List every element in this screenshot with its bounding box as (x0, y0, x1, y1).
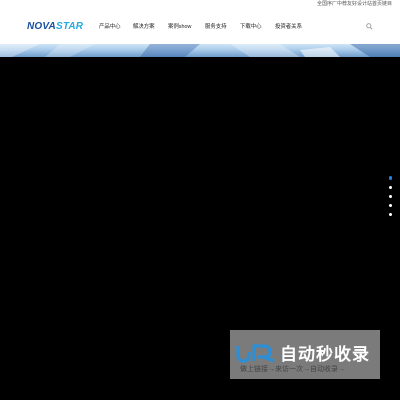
nav-item-solutions[interactable]: 解决方案 (133, 23, 155, 31)
nav-item-investors[interactable]: 投资者关系 (275, 23, 302, 31)
carousel-dot-1[interactable] (389, 176, 392, 180)
carousel-dot-3[interactable] (389, 195, 392, 198)
logo-nova: NOVA (27, 21, 56, 32)
watermark-subtitle: 做上链接→来访一次→自动收录→ (240, 366, 345, 373)
top-utility-link[interactable]: 全国序厂中荐友好设计站首页链目 (317, 0, 392, 8)
banner-image-strip (0, 44, 400, 57)
site-header: NOVASTAR 产品中心 解决方案 案例show 服务支持 下载中心 投资者关… (0, 8, 400, 44)
carousel-dot-2[interactable] (389, 186, 392, 189)
nav-item-downloads[interactable]: 下载中心 (240, 23, 262, 31)
watermark-overlay: 自动秒收录 做上链接→来访一次→自动收录→ (230, 330, 380, 379)
carousel-dot-5[interactable] (389, 213, 392, 216)
novastar-logo[interactable]: NOVASTAR (27, 21, 83, 32)
top-utility-bar: 全国序厂中荐友好设计站首页链目 (0, 0, 400, 8)
watermark-title: 自动秒收录 (280, 345, 370, 364)
watermark-logo-icon (236, 344, 275, 363)
search-icon[interactable] (366, 23, 373, 30)
carousel-dot-4[interactable] (389, 204, 392, 207)
nav-item-products[interactable]: 产品中心 (99, 23, 121, 31)
logo-star: STAR (55, 21, 84, 32)
banner-light-streaks (0, 44, 400, 57)
nav-item-cases[interactable]: 案例show (168, 23, 191, 31)
nav-item-support[interactable]: 服务支持 (205, 23, 227, 31)
